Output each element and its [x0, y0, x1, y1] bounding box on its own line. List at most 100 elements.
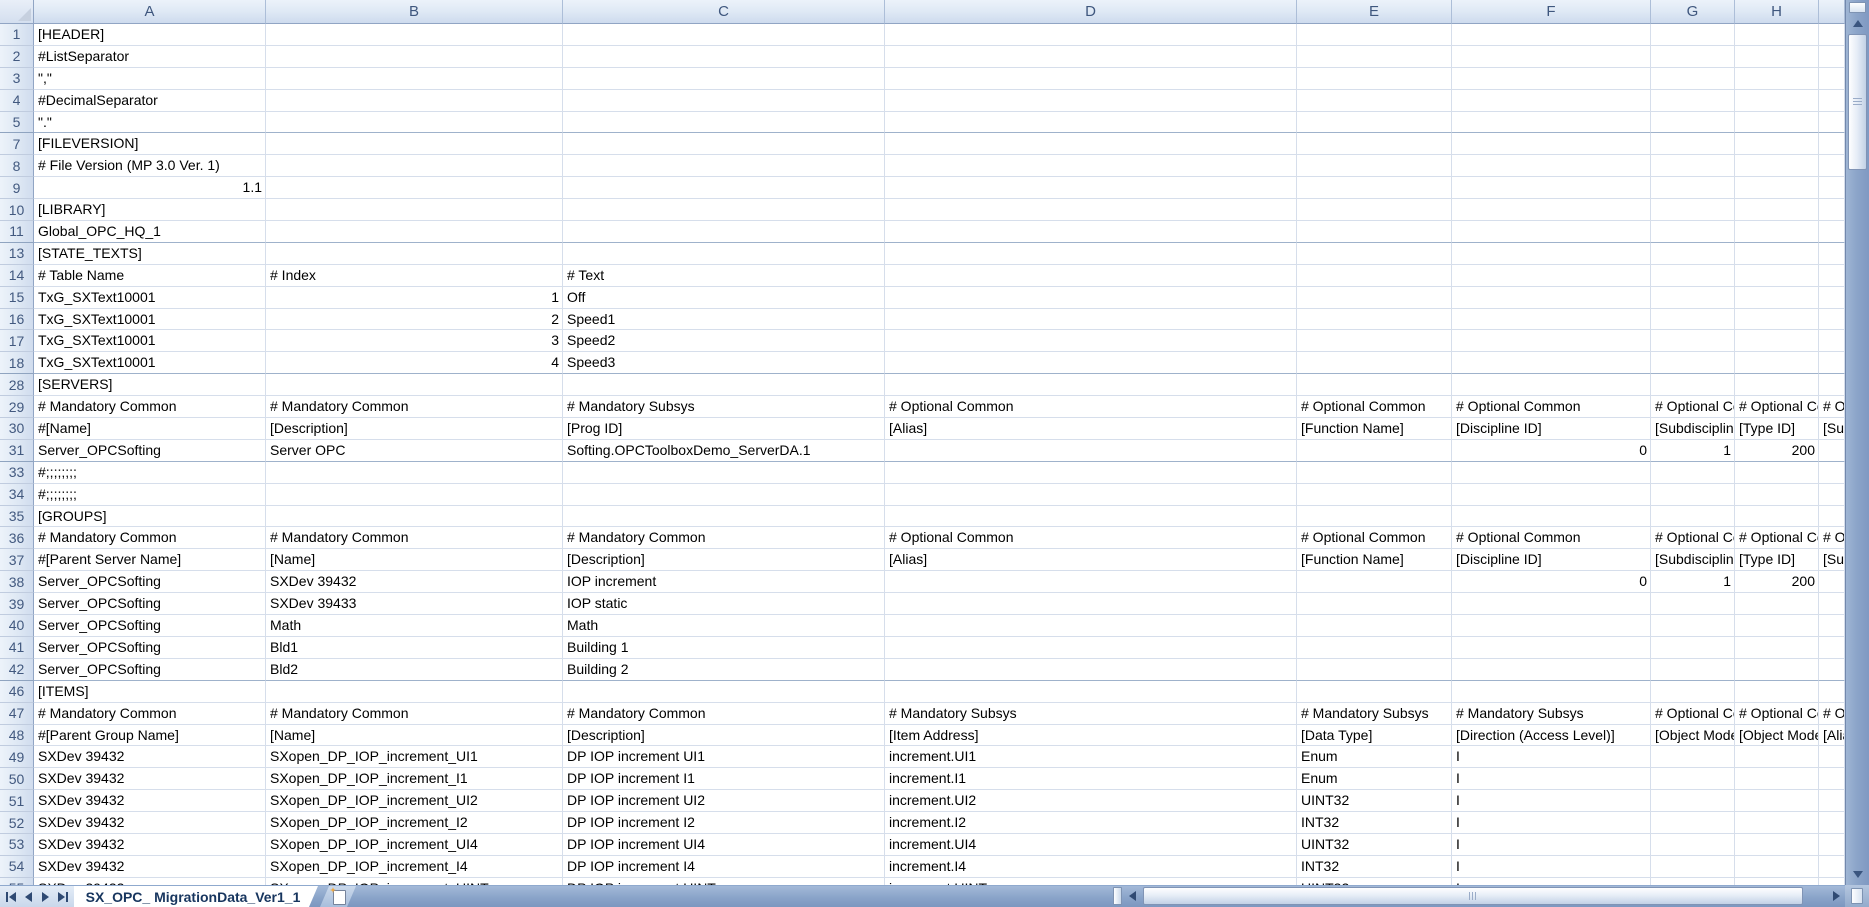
cell[interactable] — [1651, 681, 1735, 703]
cell[interactable] — [1452, 637, 1651, 659]
cell[interactable] — [266, 374, 563, 396]
cell[interactable] — [1651, 593, 1735, 615]
cell[interactable]: [Description] — [266, 418, 563, 440]
cell[interactable] — [885, 352, 1297, 374]
cell[interactable]: TxG_SXText10001 — [34, 287, 266, 309]
cell[interactable] — [1297, 352, 1452, 374]
cell[interactable]: Global_OPC_HQ_1 — [34, 221, 266, 243]
cell[interactable] — [563, 199, 885, 221]
cell[interactable]: SXopen_DP_IOP_increment_UI2 — [266, 790, 563, 812]
cell[interactable] — [1735, 681, 1819, 703]
cell[interactable] — [1819, 440, 1845, 462]
row-number[interactable]: 37 — [0, 549, 34, 571]
cell[interactable] — [1297, 155, 1452, 177]
cell[interactable]: increment.I2 — [885, 812, 1297, 834]
cell[interactable]: SXDev 39432 — [34, 746, 266, 768]
cell[interactable] — [885, 440, 1297, 462]
row-number[interactable]: 48 — [0, 725, 34, 747]
cell[interactable] — [1735, 177, 1819, 199]
cell[interactable] — [1452, 265, 1651, 287]
cell[interactable] — [563, 177, 885, 199]
cell[interactable]: DP IOP increment UI2 — [563, 790, 885, 812]
cell[interactable] — [885, 615, 1297, 637]
cell[interactable]: [Alias — [1819, 725, 1845, 747]
cell[interactable] — [1651, 287, 1735, 309]
cell[interactable] — [1297, 330, 1452, 352]
cell[interactable] — [885, 659, 1297, 681]
cell[interactable]: [SERVERS] — [34, 374, 266, 396]
cell[interactable] — [1297, 309, 1452, 331]
row-number[interactable]: 42 — [0, 659, 34, 681]
cell[interactable]: # File Version (MP 3.0 Ver. 1) — [34, 155, 266, 177]
cell[interactable]: [Function Name] — [1297, 418, 1452, 440]
cell[interactable] — [1735, 790, 1819, 812]
cell[interactable] — [1297, 90, 1452, 112]
cell[interactable] — [1735, 133, 1819, 155]
first-sheet-button[interactable] — [5, 886, 17, 907]
cell[interactable]: [GROUPS] — [34, 506, 266, 528]
cell[interactable] — [1819, 155, 1845, 177]
cell[interactable] — [266, 243, 563, 265]
cell[interactable] — [563, 484, 885, 506]
cell[interactable]: I — [1452, 790, 1651, 812]
cell[interactable] — [885, 221, 1297, 243]
cell[interactable]: Enum — [1297, 746, 1452, 768]
cell[interactable] — [1297, 615, 1452, 637]
cell[interactable] — [1819, 790, 1845, 812]
row-number[interactable]: 3 — [0, 68, 34, 90]
cell[interactable] — [1651, 352, 1735, 374]
cell[interactable]: # Index — [266, 265, 563, 287]
cell[interactable] — [266, 90, 563, 112]
cell[interactable] — [885, 24, 1297, 46]
row-number[interactable]: 55 — [0, 878, 34, 885]
cell[interactable]: I — [1452, 812, 1651, 834]
cell[interactable]: Building 2 — [563, 659, 885, 681]
cell[interactable]: [Name] — [266, 549, 563, 571]
cell[interactable]: Off — [563, 287, 885, 309]
cell[interactable]: [Name] — [266, 725, 563, 747]
cell[interactable] — [1651, 637, 1735, 659]
cell[interactable] — [1651, 462, 1735, 484]
cell[interactable] — [1735, 637, 1819, 659]
cell[interactable]: SXDev 39432 — [34, 856, 266, 878]
cell[interactable]: Server_OPCSofting — [34, 637, 266, 659]
cell[interactable]: #[Parent Server Name] — [34, 549, 266, 571]
cell[interactable] — [266, 681, 563, 703]
cell[interactable] — [1452, 243, 1651, 265]
cell[interactable]: SXopen_DP_IOP_increment_UI4 — [266, 834, 563, 856]
cell[interactable]: increment.I4 — [885, 856, 1297, 878]
cell[interactable]: [LIBRARY] — [34, 199, 266, 221]
cell[interactable] — [1297, 221, 1452, 243]
cell[interactable]: Math — [563, 615, 885, 637]
cell[interactable]: [Data Type] — [1297, 725, 1452, 747]
cell[interactable] — [1735, 659, 1819, 681]
cell[interactable]: I — [1452, 834, 1651, 856]
cell[interactable]: #;;;;;;;; — [34, 484, 266, 506]
cell[interactable] — [1297, 462, 1452, 484]
horizontal-scrollbar[interactable] — [1112, 885, 1845, 907]
cell[interactable]: increment.UI4 — [885, 834, 1297, 856]
cell[interactable] — [1651, 309, 1735, 331]
cell[interactable]: # Mandatory Common — [563, 703, 885, 725]
cell[interactable] — [266, 24, 563, 46]
cell[interactable] — [1651, 133, 1735, 155]
row-number[interactable]: 4 — [0, 90, 34, 112]
cell[interactable]: [Direction (Access Level)] — [1452, 725, 1651, 747]
cell[interactable] — [1651, 155, 1735, 177]
cell[interactable] — [1735, 746, 1819, 768]
select-all-corner[interactable] — [0, 0, 34, 24]
active-sheet-tab[interactable]: SX_OPC_ MigrationData_Ver1_1 — [74, 886, 318, 907]
cell[interactable] — [1297, 659, 1452, 681]
cell[interactable]: DP IOP increment UI1 — [563, 746, 885, 768]
cell[interactable] — [1735, 243, 1819, 265]
cell[interactable] — [1819, 287, 1845, 309]
cell[interactable] — [1297, 112, 1452, 134]
cell[interactable] — [1452, 681, 1651, 703]
cell[interactable]: TxG_SXText10001 — [34, 309, 266, 331]
cell[interactable]: SXDev 39432 — [266, 571, 563, 593]
cell[interactable]: # Mandatory Common — [266, 527, 563, 549]
cell[interactable]: increment.UI1 — [885, 746, 1297, 768]
cell[interactable] — [1819, 90, 1845, 112]
cell[interactable] — [563, 112, 885, 134]
cell[interactable]: SXopen_DP_IOP_increment_UINT — [266, 878, 563, 885]
